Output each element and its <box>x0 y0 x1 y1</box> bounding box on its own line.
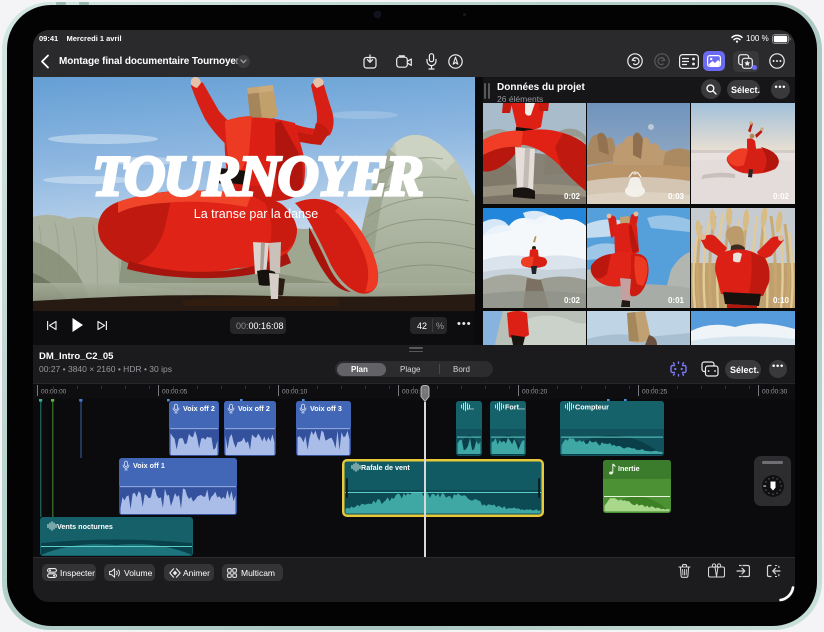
svg-text:00:00:20: 00:00:20 <box>522 389 548 396</box>
svg-text:TOURNOYER: TOURNOYER <box>92 145 421 208</box>
svg-text:0:02: 0:02 <box>564 296 581 305</box>
svg-text:Voix off 1: Voix off 1 <box>133 461 165 470</box>
svg-text:0:02: 0:02 <box>773 192 790 201</box>
svg-text:00:00:30: 00:00:30 <box>762 389 788 396</box>
svg-text:Voix off 2: Voix off 2 <box>183 404 215 413</box>
svg-text:Fort...: Fort... <box>505 403 525 412</box>
svg-text:...: ... <box>468 403 474 412</box>
svg-text:Inertie: Inertie <box>618 464 640 473</box>
svg-text:Compteur: Compteur <box>575 403 609 412</box>
svg-text:0:03: 0:03 <box>668 192 685 201</box>
svg-text:Voix off 2: Voix off 2 <box>238 404 270 413</box>
svg-text:0:02: 0:02 <box>564 192 581 201</box>
svg-text:Voix off 3: Voix off 3 <box>310 404 342 413</box>
svg-text:00:00:05: 00:00:05 <box>162 389 188 396</box>
svg-text:Vents nocturnes: Vents nocturnes <box>57 522 113 531</box>
svg-text:00:00:10: 00:00:10 <box>282 389 308 396</box>
svg-text:00:00:00: 00:00:00 <box>41 389 67 396</box>
svg-text:0:10: 0:10 <box>773 296 790 305</box>
svg-text:00:00:25: 00:00:25 <box>642 389 668 396</box>
svg-text:Rafale de vent: Rafale de vent <box>361 463 410 472</box>
svg-text:La transe par la danse: La transe par la danse <box>194 207 318 221</box>
svg-text:0:01: 0:01 <box>668 296 685 305</box>
